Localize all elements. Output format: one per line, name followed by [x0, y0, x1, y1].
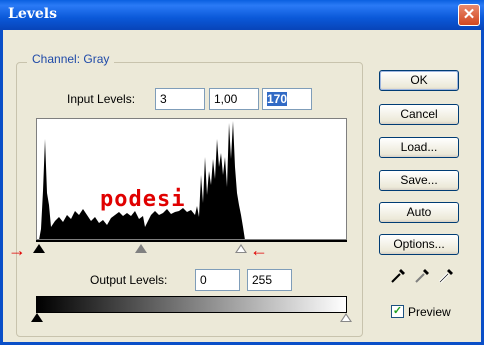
- black-eyedropper-icon[interactable]: [389, 267, 407, 285]
- preview-label: Preview: [408, 305, 451, 319]
- input-levels-label: Input Levels:: [67, 92, 136, 106]
- save-button[interactable]: Save...: [379, 170, 459, 191]
- ok-button[interactable]: OK: [379, 70, 459, 91]
- channel-selector[interactable]: Channel: Gray: [27, 52, 115, 66]
- output-white-field[interactable]: 255: [247, 269, 292, 291]
- input-gamma-slider[interactable]: [135, 244, 147, 253]
- output-black-slider[interactable]: [31, 313, 43, 322]
- title-bar: Levels ✕: [0, 0, 484, 30]
- load-button[interactable]: Load...: [379, 137, 459, 158]
- input-black-field[interactable]: 3: [155, 88, 205, 110]
- white-eyedropper-icon[interactable]: [437, 267, 455, 285]
- histogram: [36, 118, 347, 240]
- auto-button[interactable]: Auto: [379, 202, 459, 223]
- gray-eyedropper-icon[interactable]: [413, 267, 431, 285]
- input-white-slider[interactable]: [235, 244, 247, 253]
- close-icon[interactable]: ✕: [458, 4, 480, 26]
- window-title: Levels: [8, 6, 57, 22]
- input-black-slider[interactable]: [33, 244, 45, 253]
- output-gradient-bar: [36, 296, 347, 313]
- cancel-button[interactable]: Cancel: [379, 104, 459, 125]
- input-white-value: 170: [267, 92, 288, 106]
- histogram-graph: [39, 121, 245, 239]
- window-frame-left: [0, 30, 3, 345]
- input-slider-track: [36, 240, 347, 242]
- watermark-text: podesi: [100, 187, 186, 212]
- input-white-field[interactable]: 170: [262, 88, 312, 110]
- channel-value: Gray: [83, 52, 110, 66]
- channel-label: Channel:: [32, 52, 81, 66]
- input-gamma-field[interactable]: 1,00: [209, 88, 259, 110]
- annotation-arrow-right: ←: [250, 240, 268, 260]
- annotation-arrow-left: →: [8, 240, 26, 260]
- output-white-slider[interactable]: [340, 313, 352, 322]
- preview-checkbox[interactable]: ✓: [391, 305, 404, 318]
- options-button[interactable]: Options...: [379, 234, 459, 255]
- output-levels-label: Output Levels:: [90, 273, 168, 287]
- output-black-field[interactable]: 0: [195, 269, 240, 291]
